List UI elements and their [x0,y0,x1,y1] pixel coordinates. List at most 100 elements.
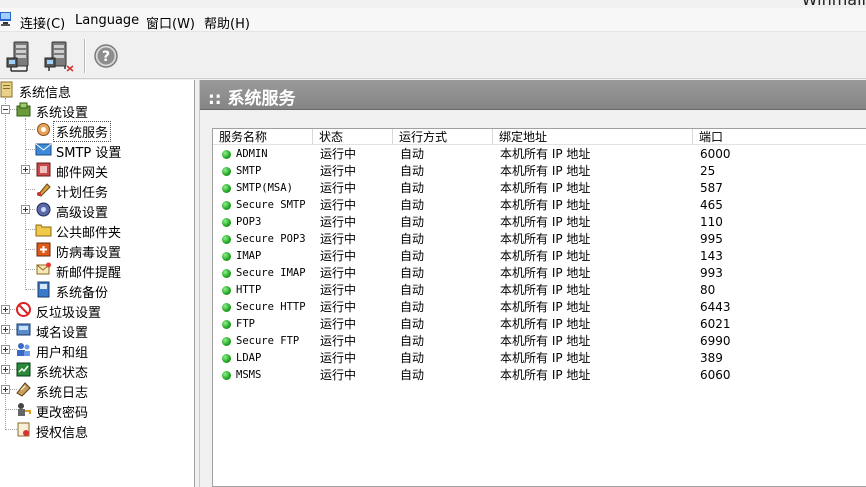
server-connect-icon[interactable] [5,40,37,72]
menu-language[interactable]: Language [75,13,139,28]
antispam-icon [16,302,31,317]
help-icon[interactable]: ? [90,40,122,72]
running-status-icon [222,320,231,329]
service-bind-address: 本机所有 IP 地址 [500,232,591,246]
service-status: 运行中 [320,147,357,161]
page-title: :: 系统服务 [208,89,296,109]
service-port: 465 [700,198,723,212]
table-row[interactable]: FTP 运行中 自动 本机所有 IP 地址 6021 [213,316,866,333]
service-name: SMTP(MSA) [236,182,293,194]
column-run-mode[interactable]: 运行方式 [393,129,493,145]
services-icon [37,123,50,136]
table-row[interactable]: IMAP 运行中 自动 本机所有 IP 地址 143 [213,248,866,265]
server-disconnect-icon[interactable] [43,40,75,72]
table-row[interactable]: Secure HTTP 运行中 自动 本机所有 IP 地址 6443 [213,299,866,316]
service-name: Secure SMTP [236,199,306,211]
expand-antispam[interactable] [1,305,10,314]
table-row[interactable]: Secure POP3 运行中 自动 本机所有 IP 地址 995 [213,231,866,248]
app-icon [0,12,11,26]
service-port: 110 [700,215,723,229]
expand-domain[interactable] [1,325,10,334]
toolbar-separator [84,39,86,73]
service-status: 运行中 [320,334,357,348]
expand-users[interactable] [1,345,10,354]
settings-folder-icon [16,102,31,117]
expand-system-log[interactable] [1,385,10,394]
service-run-mode: 自动 [400,249,425,263]
users-icon [17,343,30,356]
column-status[interactable]: 状态 [313,129,393,145]
service-bind-address: 本机所有 IP 地址 [500,181,591,195]
service-status: 运行中 [320,198,357,212]
running-status-icon [222,201,231,210]
menu-connect[interactable]: 连接(C) [20,13,65,32]
service-name: Secure IMAP [236,267,306,279]
table-row[interactable]: MSMS 运行中 自动 本机所有 IP 地址 6060 [213,367,866,384]
menu-help[interactable]: 帮助(H) [204,13,250,32]
title-bar: Winmail [0,0,866,8]
service-bind-address: 本机所有 IP 地址 [500,368,591,382]
table-row[interactable]: SMTP(MSA) 运行中 自动 本机所有 IP 地址 587 [213,180,866,197]
service-status: 运行中 [320,300,357,314]
service-port: 993 [700,266,723,280]
service-port: 389 [700,351,723,365]
service-port: 6021 [700,317,731,331]
antivirus-icon [36,242,51,257]
service-name: MSMS [236,369,262,381]
service-name: HTTP [236,284,262,296]
expand-system-status[interactable] [1,365,10,374]
service-run-mode: 自动 [400,300,425,314]
status-icon [16,362,31,377]
toolbar: ? [0,33,866,79]
service-name: FTP [236,318,255,330]
column-bind-address[interactable]: 绑定地址 [493,129,693,145]
service-bind-address: 本机所有 IP 地址 [500,266,591,280]
table-row[interactable]: ADMIN 运行中 自动 本机所有 IP 地址 6000 [213,146,866,163]
service-status: 运行中 [320,215,357,229]
table-row[interactable]: HTTP 运行中 自动 本机所有 IP 地址 80 [213,282,866,299]
service-run-mode: 自动 [400,198,425,212]
table-row[interactable]: SMTP 运行中 自动 本机所有 IP 地址 25 [213,163,866,180]
collapse-system-settings[interactable] [1,105,10,114]
services-list[interactable]: 服务名称 状态 运行方式 绑定地址 端口 ADMIN 运行中 自动 本机所有 IP 地… [212,128,866,487]
service-status: 运行中 [320,351,357,365]
menu-window[interactable]: 窗口(W) [146,13,195,32]
expand-mail-gateway[interactable] [21,165,30,174]
service-status: 运行中 [320,266,357,280]
service-bind-address: 本机所有 IP 地址 [500,317,591,331]
domain-icon [16,323,31,336]
service-run-mode: 自动 [400,164,425,178]
service-run-mode: 自动 [400,181,425,195]
service-name: SMTP [236,165,262,177]
service-run-mode: 自动 [400,283,425,297]
alert-icon [36,262,51,275]
content-panel: :: 系统服务 服务名称 状态 运行方式 绑定地址 端口 ADMIN 运行中 自动本… [200,80,866,487]
service-run-mode: 自动 [400,368,425,382]
service-port: 25 [700,164,716,178]
service-bind-address: 本机所有 IP 地址 [500,334,591,348]
table-row[interactable]: LDAP 运行中 自动 本机所有 IP 地址 389 [213,350,866,367]
table-row[interactable]: POP3 运行中 自动 本机所有 IP 地址 110 [213,214,866,231]
advanced-icon [36,202,51,217]
expand-advanced-settings[interactable] [21,205,30,214]
running-status-icon [222,303,231,312]
column-service-name[interactable]: 服务名称 [213,129,313,145]
running-status-icon [222,167,231,176]
running-status-icon [222,286,231,295]
navigation-tree[interactable]: 系统信息 系统设置 系统服务 SMTP 设置 邮件网关 计划任务 高级设置 公共… [0,80,195,487]
svg-text:?: ? [102,49,110,65]
service-name: IMAP [236,250,262,262]
content-banner: :: 系统服务 [200,80,866,110]
table-row[interactable]: Secure FTP 运行中 自动 本机所有 IP 地址 6990 [213,333,866,350]
service-run-mode: 自动 [400,232,425,246]
table-row[interactable]: Secure SMTP 运行中 自动 本机所有 IP 地址 465 [213,197,866,214]
service-name: LDAP [236,352,262,364]
password-icon [18,403,31,416]
service-port: 995 [700,232,723,246]
column-port[interactable]: 端口 [693,129,866,145]
service-name: Secure FTP [236,335,300,347]
service-status: 运行中 [320,368,357,382]
license-icon [17,422,30,437]
table-row[interactable]: Secure IMAP 运行中 自动 本机所有 IP 地址 993 [213,265,866,282]
service-status: 运行中 [320,283,357,297]
